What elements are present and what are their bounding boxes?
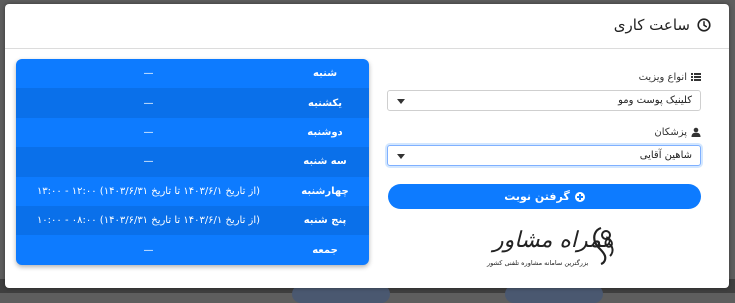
day-cell: چهارشنبه	[301, 185, 349, 197]
doctors-label-text: پزشکان	[654, 126, 687, 138]
visit-type-value: کلینیک پوست ومو	[618, 95, 692, 106]
book-appointment-button[interactable]: گرفتن نوبت	[388, 184, 701, 209]
modal-header: ساعت کاری	[5, 4, 729, 49]
plus-circle-icon	[574, 191, 585, 202]
list-icon	[691, 73, 701, 81]
chevron-down-icon	[397, 154, 405, 159]
doctor-value: شاهین آقایی	[639, 150, 692, 161]
hours-cell: (از تاریخ ۱۴۰۳/۶/۱ تا تاریخ ۱۴۰۳/۶/۳۱) ۱…	[36, 185, 261, 197]
hours-cell: —	[143, 97, 154, 109]
booking-form: انواع ویزیت کلینیک پوست ومو پزشکان شاهین…	[387, 59, 701, 166]
book-appointment-label: گرفتن نوبت	[504, 190, 570, 203]
table-row: یکشنبه —	[16, 88, 369, 118]
day-cell: جمعه	[312, 244, 338, 256]
logo: همراه مشاور بزرگترین سامانه مشاوره تلفنی…	[487, 226, 617, 272]
day-cell: دوشنبه	[307, 126, 343, 138]
schedule-table: شنبه — یکشنبه — دوشنبه — سه شنبه — چهارش…	[16, 59, 369, 265]
hours-cell: (از تاریخ ۱۴۰۳/۶/۱ تا تاریخ ۱۴۰۳/۶/۳۱) ۰…	[36, 215, 261, 227]
doctor-select[interactable]: شاهین آقایی	[387, 145, 701, 166]
working-hours-modal: ساعت کاری شنبه — یکشنبه — دوشنبه — سه شن…	[5, 4, 729, 288]
table-row: پنج شنبه (از تاریخ ۱۴۰۳/۶/۱ تا تاریخ ۱۴۰…	[16, 205, 369, 236]
logo-mark-icon	[593, 226, 614, 266]
modal-title: ساعت کاری	[614, 16, 711, 34]
table-row: جمعه —	[16, 235, 369, 264]
table-row: سه شنبه —	[16, 147, 369, 177]
day-cell: پنج شنبه	[303, 215, 347, 227]
logo-tagline: بزرگترین سامانه مشاوره تلفنی کشور	[487, 259, 589, 267]
hours-cell: —	[143, 126, 154, 138]
doctors-label: پزشکان	[387, 125, 701, 139]
visit-type-label-text: انواع ویزیت	[638, 71, 687, 83]
hours-cell: —	[143, 68, 154, 80]
modal-title-text: ساعت کاری	[613, 16, 690, 34]
visit-type-label: انواع ویزیت	[387, 70, 701, 84]
table-row: چهارشنبه (از تاریخ ۱۴۰۳/۶/۱ تا تاریخ ۱۴۰…	[16, 177, 369, 206]
table-row: دوشنبه —	[16, 118, 369, 147]
day-cell: یکشنبه	[308, 97, 342, 109]
hours-cell: —	[143, 156, 154, 168]
hours-cell: —	[143, 244, 154, 256]
day-cell: شنبه	[312, 68, 338, 80]
clock-icon	[697, 18, 711, 32]
table-row: شنبه —	[16, 59, 369, 88]
chevron-down-icon	[397, 99, 405, 104]
doctor-icon	[691, 127, 701, 137]
day-cell: سه شنبه	[303, 156, 347, 168]
visit-type-select[interactable]: کلینیک پوست ومو	[387, 90, 701, 111]
